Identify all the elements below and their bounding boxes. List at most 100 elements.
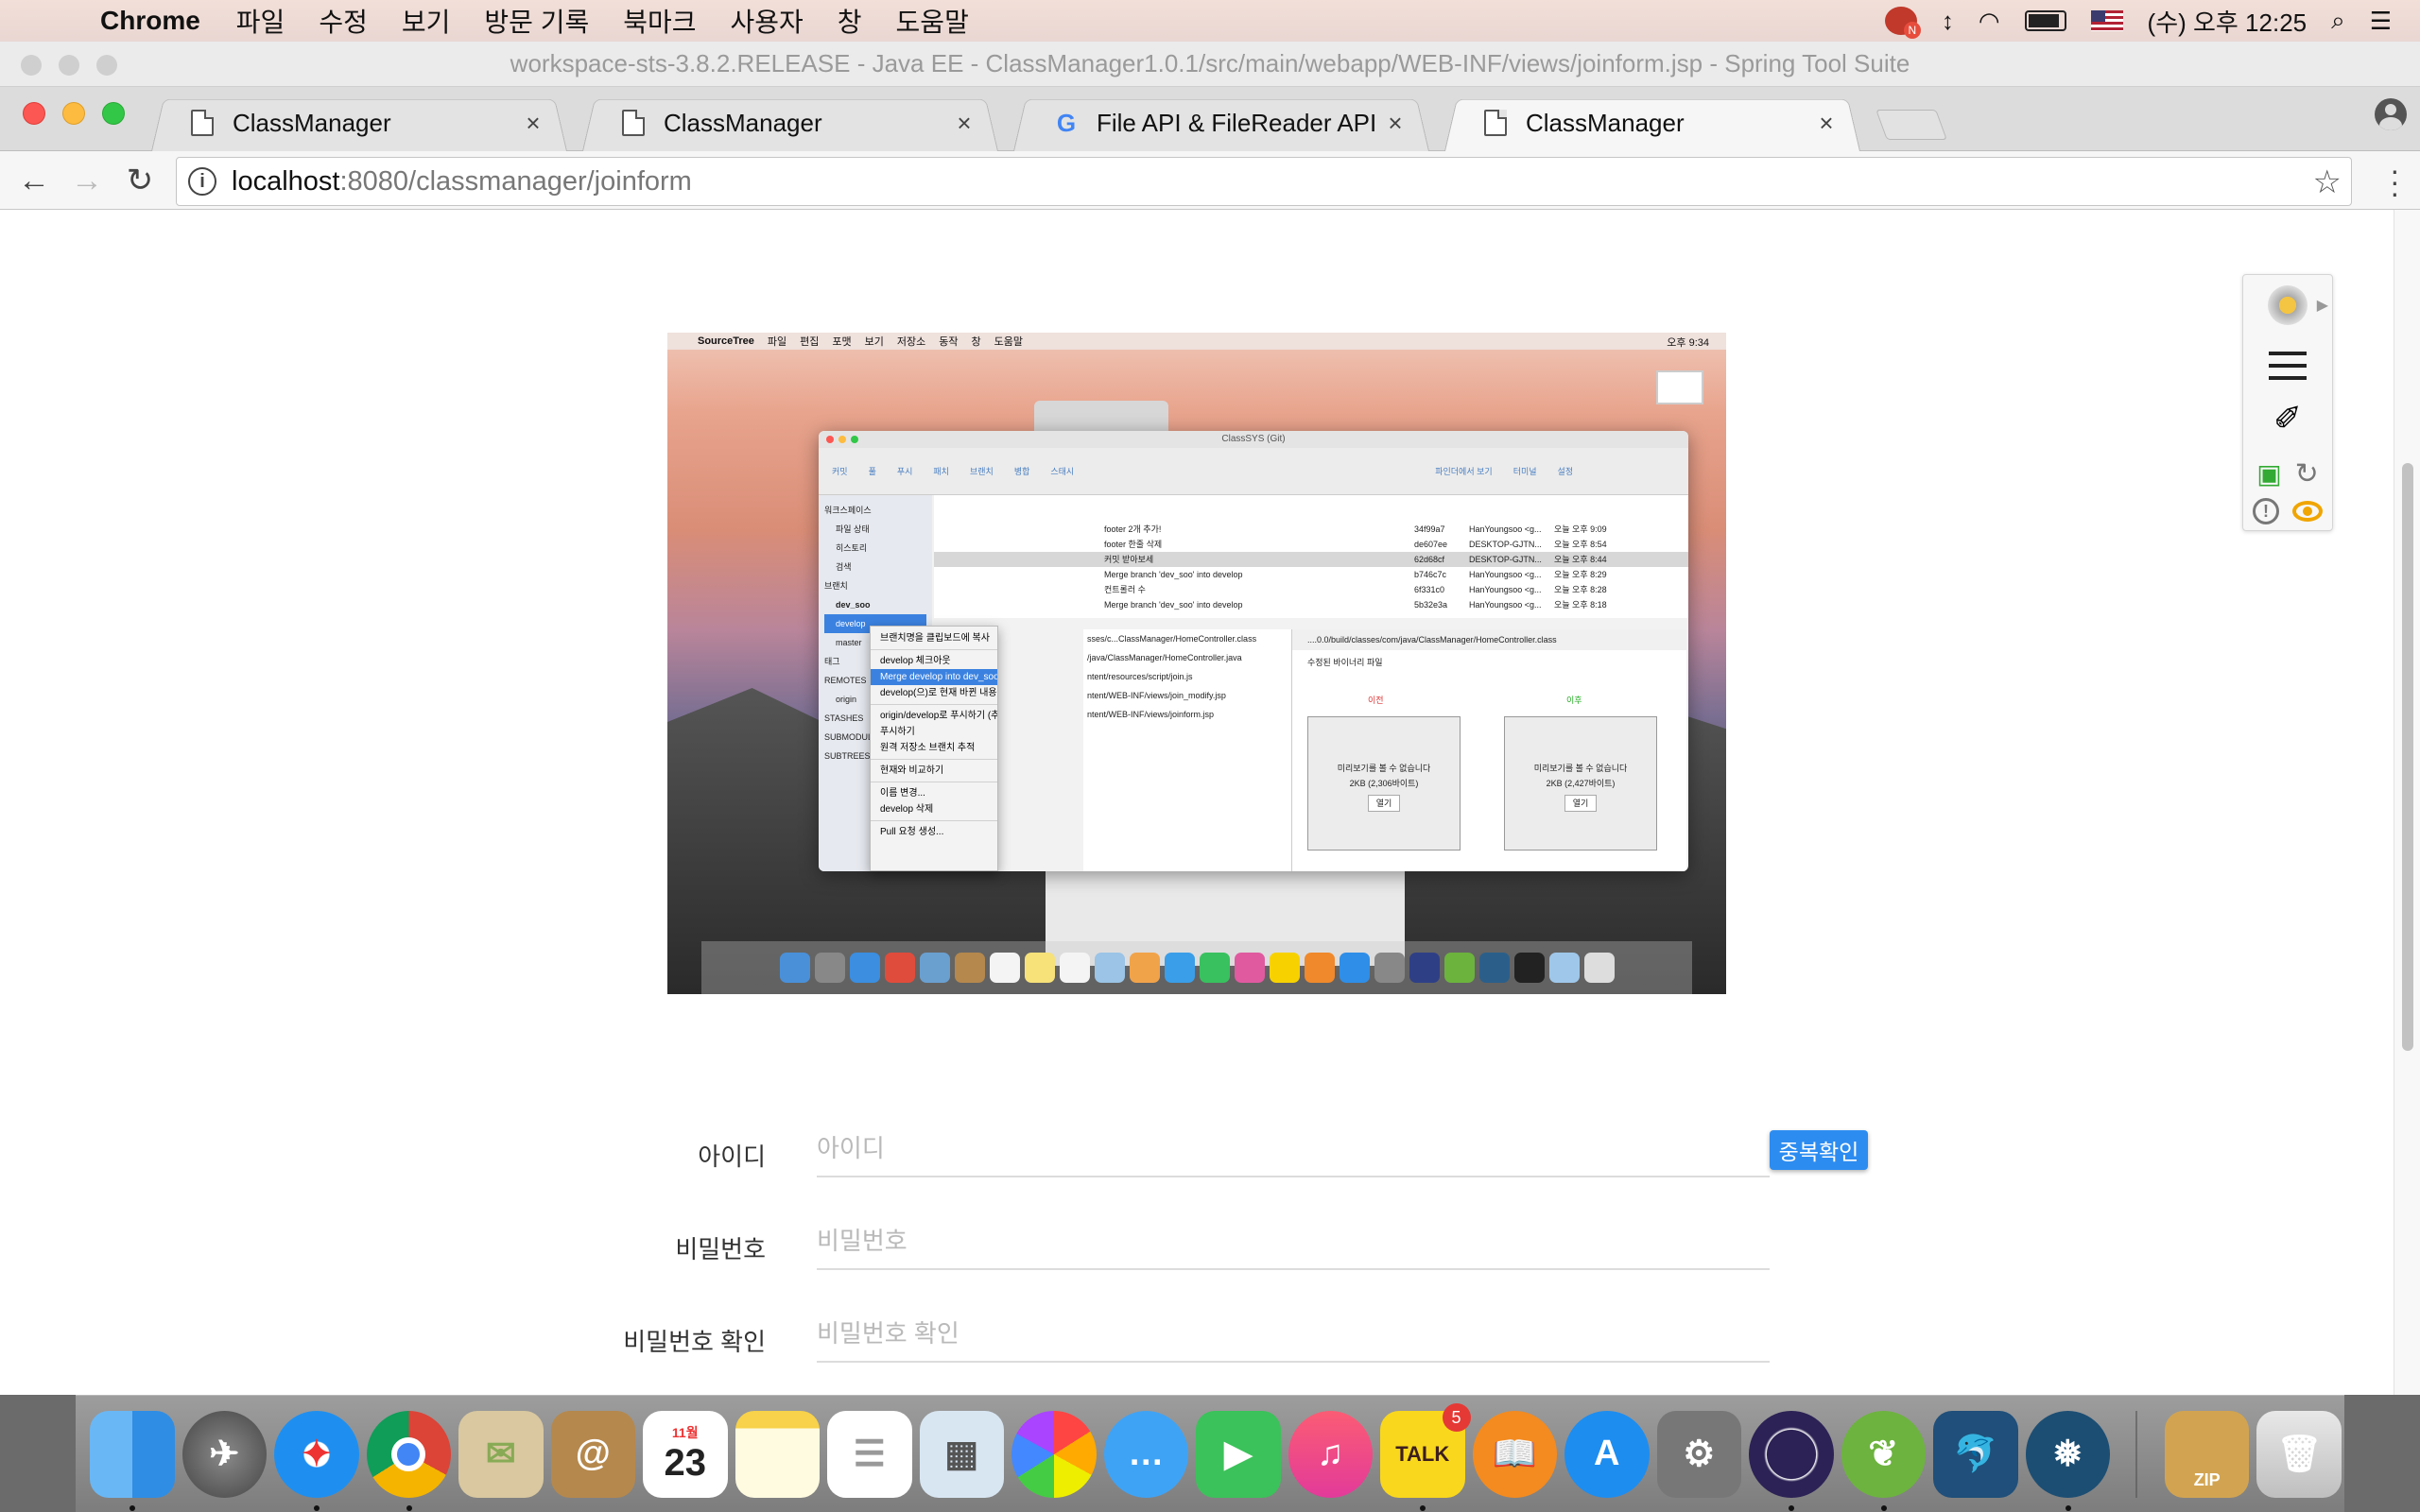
- battery-icon[interactable]: [2024, 10, 2066, 31]
- safari-icon[interactable]: ✦: [274, 1410, 359, 1511]
- extension-logo-icon[interactable]: ▶: [2243, 284, 2332, 326]
- ibooks-icon[interactable]: 📖: [1472, 1410, 1557, 1498]
- password-confirm-input[interactable]: [817, 1306, 1770, 1363]
- st-sidebar-item: 검색: [836, 562, 852, 572]
- menu-people[interactable]: 사용자: [731, 2, 804, 40]
- tab-close-icon[interactable]: ×: [514, 109, 552, 138]
- itunes-icon[interactable]: ♫: [1288, 1410, 1373, 1498]
- site-info-icon[interactable]: i: [188, 167, 216, 196]
- contacts-icon[interactable]: @: [550, 1410, 635, 1498]
- system-preferences-icon[interactable]: ⚙: [1656, 1410, 1741, 1498]
- tab-close-icon[interactable]: ×: [1807, 109, 1845, 138]
- launchpad-icon[interactable]: ✈: [182, 1410, 267, 1498]
- tab-close-icon[interactable]: ×: [945, 109, 983, 138]
- sourcetree-file-list: sses/c...ClassManager/HomeController.cla…: [1083, 629, 1291, 871]
- menu-history[interactable]: 방문 기록: [484, 2, 589, 40]
- image-menu-item: 포맷: [832, 336, 852, 348]
- tab-title: ClassManager: [1526, 108, 1685, 137]
- image-clock: 오후 9:34: [1667, 337, 1709, 349]
- menu-view[interactable]: 보기: [402, 2, 451, 40]
- sts-window-title: workspace-sts-3.8.2.RELEASE - Java EE - …: [510, 49, 1910, 77]
- sourcetree-icon[interactable]: ❅: [2025, 1410, 2110, 1511]
- st-tool: 파인더에서 보기: [1435, 467, 1493, 476]
- vertical-scrollbar[interactable]: [2394, 210, 2420, 1395]
- refresh-icon[interactable]: ↻: [2295, 457, 2319, 490]
- notification-badge: 5: [1442, 1402, 1471, 1432]
- spring-tool-suite-icon[interactable]: ❦: [1841, 1410, 1926, 1511]
- st-diff-sub: 수정된 바이너리 파일: [1307, 658, 1383, 667]
- password-input[interactable]: [817, 1213, 1770, 1270]
- browser-tab-2[interactable]: ClassManager ×: [582, 94, 998, 151]
- st-ctx-item: 원격 저장소 브랜치 추적: [880, 743, 976, 753]
- st-ctx-item: 브랜치명을 클립보드에 복사: [880, 633, 990, 644]
- photo-booth-icon[interactable]: ▦: [919, 1410, 1004, 1498]
- profile-avatar-icon[interactable]: [2375, 98, 2407, 130]
- facetime-icon[interactable]: ▶: [1196, 1410, 1281, 1498]
- chrome-window: ClassManager × ClassManager × G File API…: [0, 87, 2420, 1395]
- app-store-icon[interactable]: A: [1564, 1410, 1650, 1498]
- menu-help[interactable]: 도움말: [896, 2, 969, 40]
- reminders-icon[interactable]: ☰: [827, 1410, 912, 1498]
- duplicate-check-button[interactable]: 중복확인: [1770, 1130, 1868, 1170]
- forward-arrow-icon[interactable]: →: [66, 161, 108, 202]
- image-desktop-thumbnail: [1656, 370, 1703, 404]
- address-bar[interactable]: i localhost :8080/classmanager/joinform …: [176, 157, 2352, 206]
- alert-icon[interactable]: !: [2253, 498, 2279, 524]
- close-window-button[interactable]: [23, 102, 45, 125]
- menu-window[interactable]: 창: [838, 2, 862, 40]
- st-tool: 브랜치: [969, 467, 994, 476]
- menu-edit[interactable]: 수정: [319, 2, 368, 40]
- trash-icon[interactable]: 🗑: [2256, 1410, 2342, 1498]
- browser-tab-3[interactable]: G File API & FileReader API not s ×: [1013, 94, 1429, 151]
- browser-tab-1[interactable]: ClassManager ×: [151, 94, 567, 151]
- kakaotalk-status-icon[interactable]: N: [1884, 7, 1921, 39]
- st-ctx-item: 푸시하기: [880, 727, 915, 737]
- mysql-workbench-icon[interactable]: 🐬: [1933, 1410, 2018, 1498]
- notes-icon[interactable]: [735, 1410, 820, 1498]
- zoom-window-button[interactable]: [102, 102, 125, 125]
- magic-wand-icon[interactable]: ✐: [2243, 398, 2332, 439]
- scrollbar-thumb[interactable]: [2402, 463, 2413, 1051]
- input-source-flag-icon[interactable]: [2090, 10, 2123, 31]
- st-before-label: 이전: [1368, 696, 1384, 705]
- id-input[interactable]: [817, 1121, 1770, 1177]
- eye-icon[interactable]: [2292, 501, 2323, 522]
- password-label: 비밀번호: [675, 1235, 766, 1263]
- bookmark-star-icon[interactable]: ☆: [2313, 163, 2342, 201]
- chrome-icon[interactable]: [366, 1410, 451, 1511]
- kakaotalk-icon[interactable]: TALK 5: [1380, 1402, 1471, 1511]
- messages-icon[interactable]: …: [1103, 1410, 1188, 1498]
- st-tool: 터미널: [1512, 467, 1537, 476]
- menu-file[interactable]: 파일: [236, 2, 285, 40]
- wifi-icon[interactable]: ◠: [1979, 7, 2000, 36]
- menu-bookmarks[interactable]: 북마크: [623, 2, 696, 40]
- spotlight-search-icon[interactable]: ⌕: [2331, 6, 2345, 36]
- back-arrow-icon[interactable]: ←: [13, 161, 55, 202]
- cast-icon[interactable]: ▣: [2256, 458, 2281, 490]
- chrome-menu-icon[interactable]: · · ·: [2390, 155, 2400, 208]
- st-commit-row: footer 2개 추가! 34f99a7 HanYoungsoo <g... 오늘 …: [1104, 524, 1607, 534]
- image-menu-app: SourceTree: [698, 335, 754, 347]
- st-ctx-item: develop(으)로 현재 바뀐 내용 재배치: [880, 688, 997, 698]
- st-file-item: ntent/WEB-INF/views/joinform.jsp: [1087, 710, 1215, 719]
- browser-tab-4-active[interactable]: ClassManager ×: [1444, 94, 1860, 151]
- menubar-clock[interactable]: (수) 오후 12:25: [2148, 4, 2308, 39]
- hamburger-menu-icon[interactable]: [2243, 347, 2332, 385]
- zip-archive-icon[interactable]: ZIP: [2164, 1410, 2250, 1498]
- eclipse-icon[interactable]: [1749, 1410, 1834, 1511]
- finder-icon[interactable]: [90, 1410, 175, 1511]
- tab-close-icon[interactable]: ×: [1376, 109, 1414, 138]
- menu-app-name[interactable]: Chrome: [100, 6, 200, 36]
- st-tool: 패치: [933, 467, 949, 476]
- sync-arrows-icon[interactable]: ↕: [1942, 7, 1954, 36]
- reload-icon[interactable]: ↻: [119, 161, 161, 202]
- mail-stamp-icon[interactable]: ✉: [458, 1410, 544, 1498]
- new-tab-button[interactable]: [1876, 110, 1947, 140]
- photos-icon[interactable]: [1011, 1410, 1097, 1498]
- url-path: :8080/classmanager/joinform: [339, 165, 692, 197]
- st-tool: 푸시: [896, 467, 913, 476]
- calendar-icon[interactable]: 11월 23: [643, 1410, 728, 1498]
- image-menu-item: 보기: [864, 336, 884, 348]
- notification-center-icon[interactable]: ☰: [2370, 7, 2392, 36]
- minimize-window-button[interactable]: [62, 102, 85, 125]
